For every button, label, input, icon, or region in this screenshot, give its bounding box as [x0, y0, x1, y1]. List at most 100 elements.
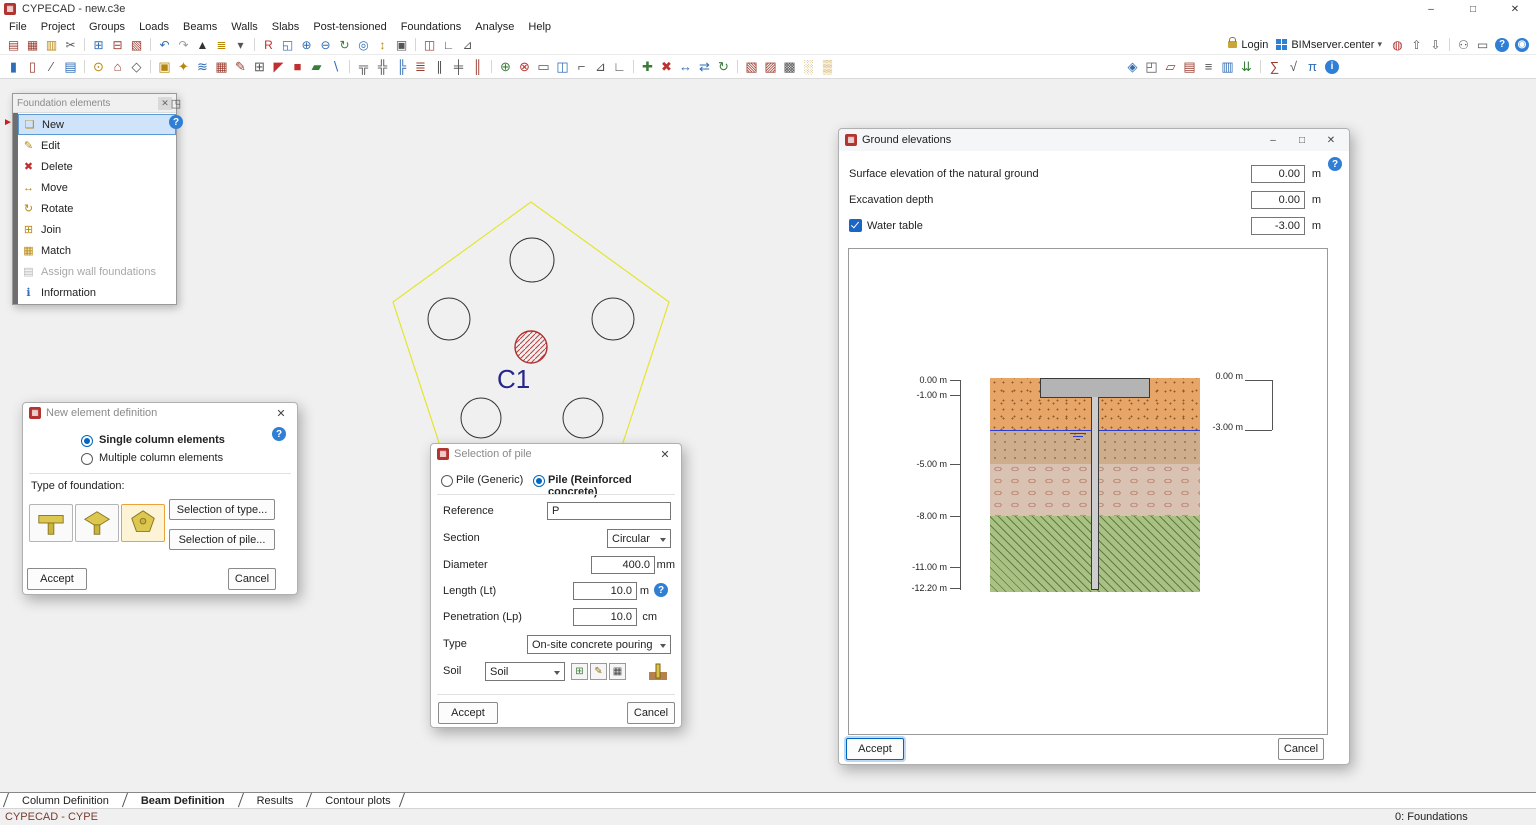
delete-element-icon[interactable]: ✖: [657, 57, 676, 77]
cancel-button[interactable]: Cancel: [1278, 738, 1324, 760]
foundation-type-pentagon-cap-button[interactable]: [121, 504, 165, 542]
ortho-icon[interactable]: ∟: [439, 36, 458, 54]
multiple-column-radio[interactable]: [81, 453, 93, 465]
resources-icon[interactable]: ▥: [42, 36, 61, 54]
tab-beam-definition[interactable]: Beam Definition: [125, 793, 241, 808]
close-icon[interactable]: ✕: [271, 407, 291, 420]
insert-beam-icon[interactable]: ╦: [354, 57, 373, 77]
hatch-c-icon[interactable]: ▩: [780, 57, 799, 77]
strap-beam-icon[interactable]: ≋: [193, 57, 212, 77]
wall-icon[interactable]: ║: [468, 57, 487, 77]
layer-chevron-icon[interactable]: ▾: [231, 36, 250, 54]
search-reference-icon[interactable]: R: [259, 36, 278, 54]
measure-icon[interactable]: ⊿: [458, 36, 477, 54]
type-select[interactable]: On-site concrete pouring: [527, 635, 671, 654]
pile-rc-radio[interactable]: [533, 475, 545, 487]
water-table-input[interactable]: -3.00: [1251, 217, 1305, 235]
redraw-icon[interactable]: ↻: [335, 36, 354, 54]
maximize-button[interactable]: □: [1452, 0, 1494, 18]
check-zone-icon[interactable]: ▰: [307, 57, 326, 77]
single-column-label[interactable]: Single column elements: [99, 434, 225, 446]
minimize-button[interactable]: –: [1410, 0, 1452, 18]
collaborators-icon[interactable]: ⚇: [1454, 36, 1473, 54]
beam-data-icon[interactable]: ╠: [392, 57, 411, 77]
menu-post-tensioned[interactable]: Post-tensioned: [306, 21, 393, 33]
penetration-input[interactable]: 10.0: [573, 608, 637, 626]
web-update-button[interactable]: ◉: [1515, 38, 1529, 52]
texture-b-icon[interactable]: ▒: [818, 57, 837, 77]
panel-item-rotate[interactable]: ↻ Rotate: [18, 198, 176, 219]
pad-footing-icon[interactable]: ▣: [155, 57, 174, 77]
bim-sync-icon[interactable]: ◍: [1388, 36, 1407, 54]
pile-cap-icon[interactable]: ✦: [174, 57, 193, 77]
menu-loads[interactable]: Loads: [132, 21, 176, 33]
menu-groups[interactable]: Groups: [82, 21, 132, 33]
menu-beams[interactable]: Beams: [176, 21, 224, 33]
undo-icon[interactable]: ↶: [155, 36, 174, 54]
fixity-icon[interactable]: ⊙: [89, 57, 108, 77]
menu-walls[interactable]: Walls: [224, 21, 264, 33]
texture-a-icon[interactable]: ░: [799, 57, 818, 77]
bimserver-dropdown[interactable]: BIMserver.center: [1291, 39, 1374, 51]
panel-item-delete[interactable]: ✖ Delete: [18, 156, 176, 177]
length-input[interactable]: 10.0: [573, 582, 637, 600]
accept-button[interactable]: Accept: [846, 738, 904, 760]
pile-generic-radio[interactable]: [441, 475, 453, 487]
open-project-icon[interactable]: ▤: [4, 36, 23, 54]
close-button[interactable]: ✕: [1494, 0, 1536, 18]
ortho-mode-icon[interactable]: ∟: [610, 57, 629, 77]
tie-beam-icon[interactable]: ▦: [212, 57, 231, 77]
dialog-help-button[interactable]: ?: [272, 427, 286, 441]
soil-edit-button[interactable]: ✎: [590, 663, 607, 680]
water-table-checkbox[interactable]: [849, 219, 862, 232]
hatch-b-icon[interactable]: ▨: [761, 57, 780, 77]
single-column-radio[interactable]: [81, 435, 93, 447]
redo-icon[interactable]: ↷: [174, 36, 193, 54]
beam-list-icon[interactable]: ≣: [411, 57, 430, 77]
selection-of-pile-button[interactable]: Selection of pile...: [169, 529, 275, 550]
edit-column-icon[interactable]: ▯: [23, 57, 42, 77]
zoom-in-icon[interactable]: ⊕: [297, 36, 316, 54]
extend-beam-icon[interactable]: ╪: [449, 57, 468, 77]
move-element-icon[interactable]: ↔: [676, 57, 695, 77]
length-help-button[interactable]: ?: [654, 583, 668, 597]
foundation-type-diamond-cap-button[interactable]: [75, 504, 119, 542]
menu-foundations[interactable]: Foundations: [394, 21, 469, 33]
templates-icon[interactable]: ▥: [1218, 57, 1237, 77]
selection-of-type-button[interactable]: Selection of type...: [169, 499, 275, 520]
soil-select[interactable]: Soil: [485, 662, 565, 681]
zoom-previous-icon[interactable]: ◎: [354, 36, 373, 54]
foundation-table-icon[interactable]: ⊞: [250, 57, 269, 77]
tab-column-definition[interactable]: Column Definition: [6, 793, 125, 808]
reference-input[interactable]: P: [547, 502, 671, 520]
lists-icon[interactable]: ≡: [1199, 57, 1218, 77]
divide-icon[interactable]: ∖: [326, 57, 345, 77]
info-button[interactable]: i: [1325, 60, 1339, 74]
maximize-button[interactable]: □: [1290, 135, 1314, 146]
swap-element-icon[interactable]: ⇄: [695, 57, 714, 77]
edit-foundation-icon[interactable]: ✎: [231, 57, 250, 77]
panel-item-assign-wall-foundations[interactable]: ▤ Assign wall foundations: [18, 261, 176, 282]
zoom-out-icon[interactable]: ⊖: [316, 36, 335, 54]
soil-add-button[interactable]: ⊞: [571, 663, 588, 680]
multiple-column-label[interactable]: Multiple column elements: [99, 452, 223, 464]
column-table-icon[interactable]: ▤: [61, 57, 80, 77]
diameter-input[interactable]: 400.0: [591, 556, 655, 574]
menu-file[interactable]: File: [2, 21, 34, 33]
reference-icon[interactable]: ◇: [127, 57, 146, 77]
analysis-options-icon[interactable]: π: [1303, 57, 1322, 77]
zoom-window-icon[interactable]: ◱: [278, 36, 297, 54]
invert-icon[interactable]: ⌐: [572, 57, 591, 77]
new-window-icon[interactable]: ◫: [420, 36, 439, 54]
pile-generic-label[interactable]: Pile (Generic): [456, 474, 523, 486]
flag-icon[interactable]: ◤: [269, 57, 288, 77]
water-table-label[interactable]: Water table: [867, 220, 923, 232]
surface-elevation-input[interactable]: 0.00: [1251, 165, 1305, 183]
foundation-type-pad-button[interactable]: [29, 504, 73, 542]
zone-window-icon[interactable]: ◫: [553, 57, 572, 77]
details-icon[interactable]: ◰: [1142, 57, 1161, 77]
panel-item-edit[interactable]: ✎ Edit: [18, 135, 176, 156]
tab-contour-plots[interactable]: Contour plots: [309, 793, 406, 808]
layer-visibility-icon[interactable]: ≣: [212, 36, 231, 54]
add-element-icon[interactable]: ✚: [638, 57, 657, 77]
